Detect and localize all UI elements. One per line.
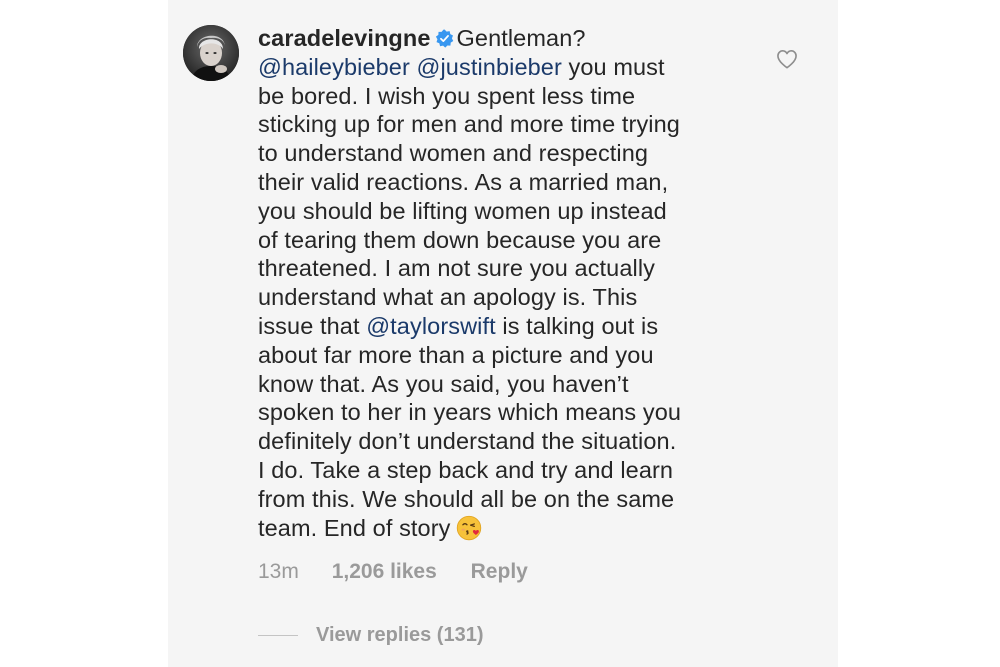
- comment-text: understand what an apology is. This: [258, 284, 638, 311]
- comment-line: about far more than a picture and you: [258, 341, 758, 370]
- comment-line: issue that @taylorswift is talking out i…: [258, 312, 758, 341]
- heart-outline-icon[interactable]: [776, 49, 798, 69]
- comment-text: definitely don’t understand the situatio…: [258, 428, 677, 455]
- comment-line: to understand women and respecting: [258, 139, 758, 168]
- comment-text: of tearing them down because you are: [258, 226, 662, 253]
- verified-badge-icon: [435, 29, 453, 48]
- comment-line: I do. Take a step back and try and learn: [258, 456, 758, 485]
- reply-button[interactable]: Reply: [471, 560, 528, 584]
- comment-line: team. End of story: [258, 514, 758, 543]
- comment-timestamp: 13m: [258, 560, 299, 583]
- comment-text: know that. As you said, you haven’t: [258, 370, 629, 397]
- comment-line: you should be lifting women up instead: [258, 197, 758, 226]
- mention-link[interactable]: @justinbieber: [417, 54, 562, 80]
- mention-link[interactable]: @taylorswift: [366, 313, 496, 339]
- comment-text: you must: [561, 53, 665, 80]
- comment-line: caradelevingne Gentleman?: [258, 24, 758, 53]
- comment-line: @haileybieber @justinbieber you must: [258, 53, 758, 82]
- comment-text: Gentleman?: [456, 25, 586, 51]
- comment-line: definitely don’t understand the situatio…: [258, 427, 758, 456]
- comment-line: be bored. I wish you spent less time: [258, 82, 758, 111]
- replies-divider: [258, 635, 298, 636]
- face-blowing-a-kiss-icon: [456, 515, 481, 540]
- comment-text: about far more than a picture and you: [258, 341, 654, 368]
- comment-text: be bored. I wish you spent less time: [258, 82, 636, 109]
- comment-text: you should be lifting women up instead: [258, 197, 667, 224]
- screenshot-stage: caradelevingne Gentleman? @haileybieber @j…: [0, 0, 1000, 667]
- view-replies-label[interactable]: View replies (131): [316, 624, 484, 647]
- avatar-image: [183, 25, 239, 81]
- comment-line: spoken to her in years which means you: [258, 398, 758, 427]
- comment-line: their valid reactions. As a married man,: [258, 168, 758, 197]
- comment-line: from this. We should all be on the same: [258, 485, 758, 514]
- comment-line: understand what an apology is. This: [258, 283, 758, 312]
- comment-line: sticking up for men and more time trying: [258, 110, 758, 139]
- comment-line: of tearing them down because you are: [258, 226, 758, 255]
- comment-meta: 13m 1,206 likes Reply: [258, 560, 528, 584]
- avatar[interactable]: [183, 25, 239, 81]
- comment-text: I do. Take a step back and try and learn: [258, 456, 674, 483]
- username-link[interactable]: caradelevingne: [258, 25, 431, 51]
- comment-text: sticking up for men and more time trying: [258, 111, 680, 138]
- comment-text: to understand women and respecting: [258, 140, 649, 167]
- comment-text: spoken to her in years which means you: [258, 399, 682, 426]
- comment-line: threatened. I am not sure you actually: [258, 254, 758, 283]
- view-replies[interactable]: View replies (131): [258, 624, 484, 647]
- comment-text: from this. We should all be on the same: [258, 485, 675, 512]
- comment-body: caradelevingne Gentleman? @haileybieber @j…: [258, 24, 758, 542]
- comment-text: [410, 54, 417, 80]
- mention-link[interactable]: @haileybieber: [258, 54, 410, 80]
- comment-text: team. End of story: [258, 514, 451, 541]
- comment-line: know that. As you said, you haven’t: [258, 370, 758, 399]
- comment-text: their valid reactions. As a married man,: [258, 168, 669, 195]
- comment-text: issue that: [258, 312, 367, 339]
- comment-text: is talking out is: [495, 312, 659, 339]
- likes-count[interactable]: 1,206 likes: [332, 560, 437, 584]
- comment-text: threatened. I am not sure you actually: [258, 255, 656, 282]
